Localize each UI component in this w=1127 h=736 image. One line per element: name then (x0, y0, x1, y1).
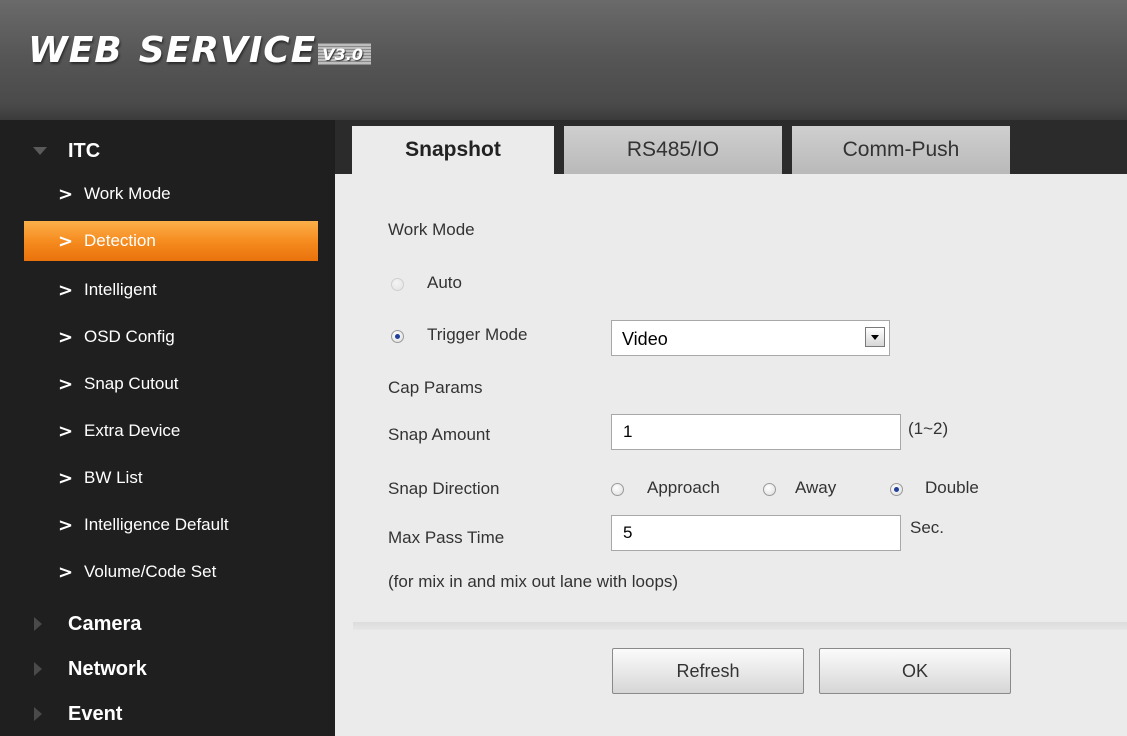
sidebar-section-camera[interactable]: Camera (0, 602, 335, 646)
double-label: Double (925, 478, 979, 497)
logo-text-service: SERVICE (138, 30, 317, 71)
max-pass-time-unit: Sec. (910, 518, 945, 537)
sidebar-item-snap-cutout[interactable]: > Snap Cutout (24, 364, 318, 404)
ok-button[interactable]: OK (819, 648, 1011, 694)
chevron-right-icon: > (58, 561, 74, 583)
auto-radio[interactable] (391, 278, 404, 291)
logo-text-web: WEB (28, 30, 123, 71)
sidebar-section-label: Network (68, 657, 147, 680)
trigger-mode-label: Trigger Mode (427, 325, 528, 344)
sidebar-item-volume-code-set[interactable]: > Volume/Code Set (24, 552, 318, 592)
approach-radio[interactable] (611, 483, 624, 496)
away-label: Away (795, 478, 837, 497)
sidebar-item-label: Intelligence Default (84, 515, 229, 534)
loop-lane-note: (for mix in and mix out lane with loops) (388, 572, 679, 591)
refresh-button[interactable]: Refresh (612, 648, 804, 694)
app-header: WEB SERVICE V3.0 (0, 0, 1127, 104)
approach-label: Approach (647, 478, 720, 497)
chevron-right-icon: > (58, 467, 74, 489)
sidebar-item-extra-device[interactable]: > Extra Device (24, 411, 318, 451)
sidebar-item-label: Extra Device (84, 421, 181, 440)
tab-label: Snapshot (405, 138, 501, 161)
sidebar-item-label: OSD Config (84, 327, 175, 346)
web-service-logo: WEB SERVICE V3.0 (28, 30, 371, 80)
tab-label: RS485/IO (626, 138, 720, 161)
collapsed-triangle-icon (34, 617, 42, 631)
dropdown-arrow-icon[interactable] (865, 327, 885, 347)
snap-amount-label: Snap Amount (388, 425, 491, 444)
sidebar-item-label: Snap Cutout (84, 374, 179, 393)
trigger-mode-select[interactable]: Video (611, 320, 890, 356)
sidebar-item-label: Volume/Code Set (84, 562, 217, 581)
work-mode-label: Work Mode (388, 220, 475, 239)
sidebar-section-network[interactable]: Network (0, 647, 335, 691)
sidebar-section-label: Camera (68, 612, 142, 635)
header-band (0, 104, 1127, 120)
chevron-right-icon: > (58, 279, 74, 301)
sidebar-section-label: ITC (68, 139, 101, 162)
expanded-triangle-icon (33, 147, 47, 155)
sidebar: ITC > Work Mode > Detection > Intelligen… (0, 120, 335, 736)
sidebar-item-label: Intelligent (84, 280, 157, 299)
snap-amount-input[interactable] (611, 414, 901, 450)
sidebar-section-itc[interactable]: ITC (0, 129, 335, 173)
chevron-right-icon: > (58, 230, 74, 252)
sidebar-item-osd-config[interactable]: > OSD Config (24, 317, 318, 357)
sidebar-section-label: Event (68, 702, 123, 725)
chevron-right-icon: > (58, 373, 74, 395)
tab-snapshot[interactable]: Snapshot (352, 126, 554, 174)
sidebar-item-label: BW List (84, 468, 143, 487)
tab-rs485-io[interactable]: RS485/IO (564, 126, 782, 174)
snapshot-form (353, 174, 1127, 622)
chevron-right-icon: > (58, 183, 74, 205)
sidebar-item-intelligence-default[interactable]: > Intelligence Default (24, 505, 318, 545)
chevron-right-icon: > (58, 420, 74, 442)
sidebar-item-work-mode[interactable]: > Work Mode (24, 174, 318, 214)
double-radio[interactable] (890, 483, 903, 496)
tab-label: Comm-Push (842, 138, 960, 161)
collapsed-triangle-icon (34, 662, 42, 676)
section-divider (353, 622, 1127, 630)
trigger-mode-radio[interactable] (391, 330, 404, 343)
chevron-right-icon: > (58, 514, 74, 536)
sidebar-item-label: Detection (84, 231, 156, 250)
sidebar-section-event[interactable]: Event (0, 692, 335, 736)
sidebar-item-label: Work Mode (84, 184, 171, 203)
away-radio[interactable] (763, 483, 776, 496)
sidebar-item-bw-list[interactable]: > BW List (24, 458, 318, 498)
cap-params-label: Cap Params (388, 378, 483, 397)
tab-comm-push[interactable]: Comm-Push (792, 126, 1010, 174)
max-pass-time-label: Max Pass Time (388, 528, 505, 547)
snap-direction-label: Snap Direction (388, 479, 500, 498)
logo-version: V3.0 (318, 43, 371, 65)
trigger-mode-value: Video (622, 329, 668, 349)
tab-bar: Snapshot RS485/IO Comm-Push (335, 120, 1127, 174)
max-pass-time-input[interactable] (611, 515, 901, 551)
chevron-right-icon: > (58, 326, 74, 348)
sidebar-item-intelligent[interactable]: > Intelligent (24, 270, 318, 310)
snap-amount-range: (1~2) (908, 419, 949, 438)
main-panel: Snapshot RS485/IO Comm-Push Work Mode Au… (335, 120, 1127, 736)
collapsed-triangle-icon (34, 707, 42, 721)
sidebar-item-detection[interactable]: > Detection (24, 221, 318, 261)
auto-label: Auto (427, 273, 462, 292)
